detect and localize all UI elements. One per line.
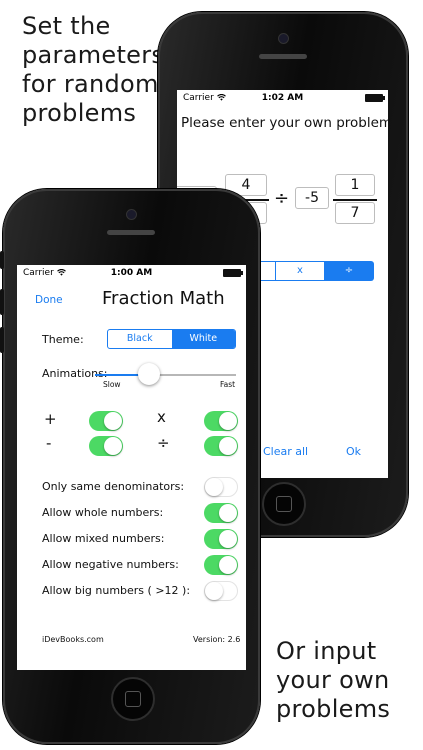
- caption-bottom: Or input your own problems: [276, 637, 390, 724]
- caption-line: problems: [22, 99, 137, 127]
- op-minus-label: -: [46, 434, 52, 452]
- ok-button[interactable]: Ok: [346, 445, 361, 458]
- footer-website: iDevBooks.com: [42, 635, 104, 644]
- option-toggle-big-numbers[interactable]: [204, 581, 238, 601]
- op-multiply-label: x: [157, 408, 166, 426]
- option-label: Allow mixed numbers:: [42, 532, 165, 545]
- home-button[interactable]: [262, 482, 306, 526]
- animations-slider-track[interactable]: [95, 374, 236, 376]
- option-label: Only same denominators:: [42, 480, 185, 493]
- status-time: 1:00 AM: [110, 268, 153, 278]
- option-label: Allow whole numbers:: [42, 506, 164, 519]
- volume-down-button[interactable]: [0, 327, 4, 353]
- done-button[interactable]: Done: [35, 294, 63, 306]
- option-toggle-mixed-numbers[interactable]: [204, 529, 238, 549]
- numerator-right-input[interactable]: 1: [335, 174, 375, 196]
- theme-segmented-control: Black White: [107, 329, 236, 349]
- mute-switch[interactable]: [0, 251, 4, 269]
- op-plus-toggle[interactable]: [89, 411, 123, 431]
- option-label: Allow negative numbers:: [42, 558, 179, 571]
- clear-all-button[interactable]: Clear all: [263, 445, 308, 458]
- speaker-grille: [259, 54, 307, 59]
- volume-up-button[interactable]: [0, 289, 4, 315]
- option-toggle-negative-numbers[interactable]: [204, 555, 238, 575]
- status-time: 1:02 AM: [261, 93, 304, 103]
- fraction-bar-right: [333, 199, 377, 201]
- caption-line: problems: [276, 695, 391, 723]
- battery-icon: [223, 269, 243, 277]
- animations-slider-knob[interactable]: [137, 363, 160, 385]
- option-toggle-same-denominators[interactable]: [204, 477, 238, 497]
- caption-line: for random: [22, 70, 159, 98]
- theme-option-white[interactable]: White: [171, 330, 235, 348]
- option-toggle-whole-numbers[interactable]: [204, 503, 238, 523]
- theme-label: Theme:: [42, 333, 84, 346]
- screen-settings: Carrier 1:00 AM Done Fraction Math Theme…: [17, 265, 246, 670]
- caption-line: parameters: [22, 41, 165, 69]
- home-button[interactable]: [111, 677, 155, 721]
- speaker-grille: [107, 230, 155, 235]
- camera-icon: [278, 33, 289, 44]
- op-minus-toggle[interactable]: [89, 436, 123, 456]
- prompt-label: Please enter your own problem: [181, 115, 388, 131]
- status-bar: Carrier 1:02 AM: [177, 90, 388, 106]
- battery-icon: [365, 94, 385, 102]
- footer-version: Version: 2.6: [193, 635, 241, 644]
- option-label: Allow big numbers ( >12 ):: [42, 584, 191, 597]
- theme-option-black[interactable]: Black: [108, 330, 172, 348]
- caption-line: your own: [276, 666, 390, 694]
- camera-icon: [126, 209, 137, 220]
- caption-line: Set the: [22, 12, 111, 40]
- op-divide-label: ÷: [157, 434, 170, 452]
- operator-segment[interactable]: x: [275, 262, 324, 280]
- caption-line: Or input: [276, 637, 377, 665]
- op-divide-toggle[interactable]: [204, 436, 238, 456]
- caption-top: Set the parameters for random problems: [22, 12, 164, 128]
- page-title: Fraction Math: [102, 288, 225, 309]
- whole-right-input[interactable]: -5: [295, 187, 329, 209]
- op-multiply-toggle[interactable]: [204, 411, 238, 431]
- op-plus-label: +: [44, 410, 57, 428]
- phone-front: Carrier 1:00 AM Done Fraction Math Theme…: [0, 189, 260, 744]
- operator-segment-selected[interactable]: ÷: [324, 262, 373, 280]
- slider-max-label: Fast: [220, 380, 236, 389]
- slider-min-label: Slow: [103, 380, 121, 389]
- denominator-right-input[interactable]: 7: [335, 202, 375, 224]
- status-bar: Carrier 1:00 AM: [17, 265, 246, 281]
- operator-label: ÷: [274, 188, 290, 209]
